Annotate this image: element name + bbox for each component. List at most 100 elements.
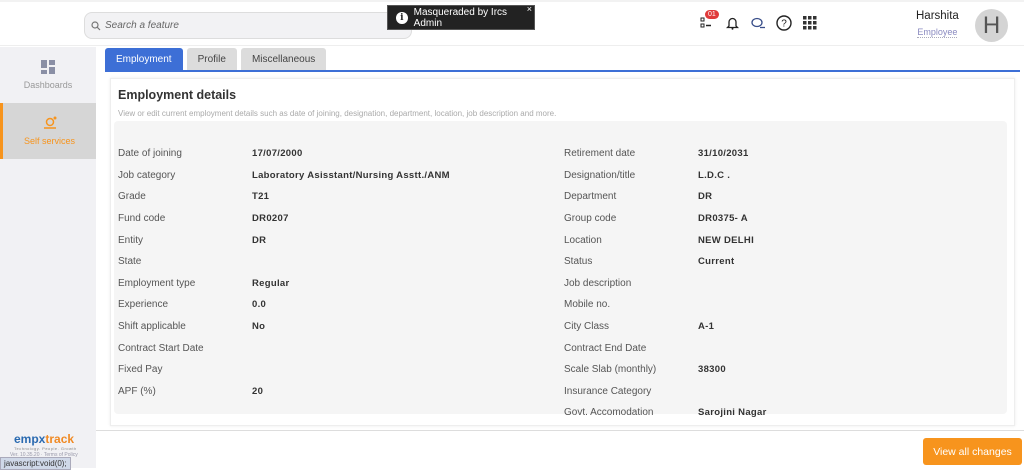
dashboard-icon — [41, 60, 55, 74]
card-subtitle: View or edit current employment details … — [118, 109, 557, 118]
user-name: Harshita — [916, 10, 959, 22]
chat-icon[interactable] — [750, 15, 766, 31]
detail-row: Fixed Pay — [118, 359, 450, 381]
detail-value: Laboratory Asisstant/Nursing Asstt./ANM — [252, 169, 450, 181]
sidebar-item-dashboards[interactable]: Dashboards — [0, 47, 96, 103]
svg-text:?: ? — [781, 19, 787, 30]
detail-row: Entity DR — [118, 229, 450, 251]
detail-value: DR0207 — [252, 213, 289, 225]
view-all-changes-button[interactable]: View all changes — [923, 438, 1022, 465]
detail-label: Experience — [118, 299, 169, 311]
detail-row: Location NEW DELHI — [564, 229, 767, 251]
tab-employment[interactable]: Employment — [105, 48, 183, 71]
detail-value: 17/07/2000 — [252, 148, 303, 160]
detail-value: Sarojini Nagar — [698, 407, 767, 419]
detail-label: Group code — [564, 213, 617, 225]
masquerade-toast: i Masqueraded by Ircs Admin × — [387, 4, 535, 30]
detail-row: Job category Laboratory Asisstant/Nursing… — [118, 165, 450, 187]
search-icon — [91, 20, 101, 30]
detail-label: Entity — [118, 234, 144, 246]
detail-label: Contract Start Date — [118, 342, 204, 354]
detail-value: DR — [252, 234, 267, 246]
detail-value: A-1 — [698, 321, 715, 333]
tasks-icon[interactable]: 01 — [698, 10, 719, 31]
detail-label: Fund code — [118, 213, 166, 225]
detail-label: Shift applicable — [118, 321, 186, 333]
bell-icon[interactable] — [724, 15, 740, 31]
tabs: Employment Profile Miscellaneous — [105, 48, 327, 71]
tab-miscellaneous[interactable]: Miscellaneous — [240, 48, 327, 71]
right-column: Retirement date 31/10/2031 Designation/tit… — [564, 143, 767, 424]
detail-label: APF (%) — [118, 385, 156, 397]
detail-value: DR — [698, 191, 713, 203]
detail-row: Job description — [564, 273, 767, 295]
user-menu[interactable]: Harshita Employee — [916, 10, 959, 40]
detail-row: Shift applicable No — [118, 316, 450, 338]
detail-value: 38300 — [698, 364, 726, 376]
detail-value: No — [252, 321, 266, 333]
toast-text: Masqueraded by Ircs Admin — [413, 6, 508, 29]
detail-row: Experience 0.0 — [118, 294, 450, 316]
footer-divider — [96, 430, 1024, 431]
detail-row: Mobile no. — [564, 294, 767, 316]
detail-label: Contract End Date — [564, 342, 647, 354]
detail-value: 31/10/2031 — [698, 148, 749, 160]
user-role[interactable]: Employee — [917, 27, 958, 38]
detail-label: State — [118, 256, 142, 268]
detail-row: City Class A-1 — [564, 316, 767, 338]
detail-label: Employment type — [118, 277, 196, 289]
detail-label: Department — [564, 191, 617, 203]
detail-label: Date of joining — [118, 148, 182, 160]
search-placeholder: Search a feature — [105, 20, 179, 31]
detail-label: Location — [564, 234, 602, 246]
search-input[interactable]: Search a feature — [84, 12, 412, 39]
detail-value: Regular — [252, 277, 290, 289]
detail-row: Contract End Date — [564, 337, 767, 359]
sidebar-item-self-services[interactable]: Self services — [0, 103, 96, 159]
apps-grid-icon[interactable] — [802, 15, 818, 31]
detail-row: Insurance Category — [564, 381, 767, 403]
sidebar-item-label: Self services — [23, 136, 76, 146]
close-icon[interactable]: × — [527, 4, 532, 14]
sidebar: Dashboards Self services — [0, 47, 96, 468]
tab-profile[interactable]: Profile — [186, 48, 237, 71]
detail-row: Retirement date 31/10/2031 — [564, 143, 767, 165]
detail-label: Job category — [118, 169, 176, 181]
detail-row: Fund code DR0207 — [118, 208, 450, 230]
detail-label: Retirement date — [564, 148, 636, 160]
detail-value: 20 — [252, 385, 264, 397]
empxtrack-logo: empxtrack Technology. People. Growth — [14, 432, 77, 451]
detail-value: NEW DELHI — [698, 234, 755, 246]
status-bar-url: javascript:void(0); — [0, 457, 71, 470]
detail-label: Insurance Category — [564, 385, 652, 397]
tab-underline — [105, 70, 1020, 72]
detail-label: Status — [564, 256, 593, 268]
left-column: Date of joining 17/07/2000 Job category Lab… — [118, 143, 450, 402]
detail-label: Mobile no. — [564, 299, 611, 311]
detail-row: Date of joining 17/07/2000 — [118, 143, 450, 165]
notification-badge: 01 — [705, 10, 719, 19]
detail-row: Department DR — [564, 186, 767, 208]
detail-label: Scale Slab (monthly) — [564, 364, 657, 376]
details-panel: Date of joining 17/07/2000 Job category Lab… — [114, 121, 1007, 418]
detail-value: 0.0 — [252, 299, 267, 311]
self-services-icon — [43, 116, 56, 129]
detail-row: Scale Slab (monthly) 38300 — [564, 359, 767, 381]
detail-label: Designation/title — [564, 169, 636, 181]
detail-row: Employment type Regular — [118, 273, 450, 295]
detail-label: Fixed Pay — [118, 364, 163, 376]
top-bar: Search a feature i Masqueraded by Ircs A… — [0, 0, 1024, 46]
info-icon: i — [396, 11, 408, 24]
detail-row: State — [118, 251, 450, 273]
detail-value: Current — [698, 256, 735, 268]
detail-row: APF (%) 20 — [118, 381, 450, 403]
avatar[interactable]: H — [975, 9, 1008, 42]
detail-row: Grade T21 — [118, 186, 450, 208]
detail-label: Job description — [564, 277, 632, 289]
sidebar-item-label: Dashboards — [23, 80, 73, 90]
detail-row: Contract Start Date — [118, 337, 450, 359]
detail-value: T21 — [252, 191, 270, 203]
detail-row: Govt. Accomodation Sarojini Nagar — [564, 402, 767, 424]
detail-label: Govt. Accomodation — [564, 407, 654, 419]
help-icon[interactable]: ? — [776, 15, 792, 31]
